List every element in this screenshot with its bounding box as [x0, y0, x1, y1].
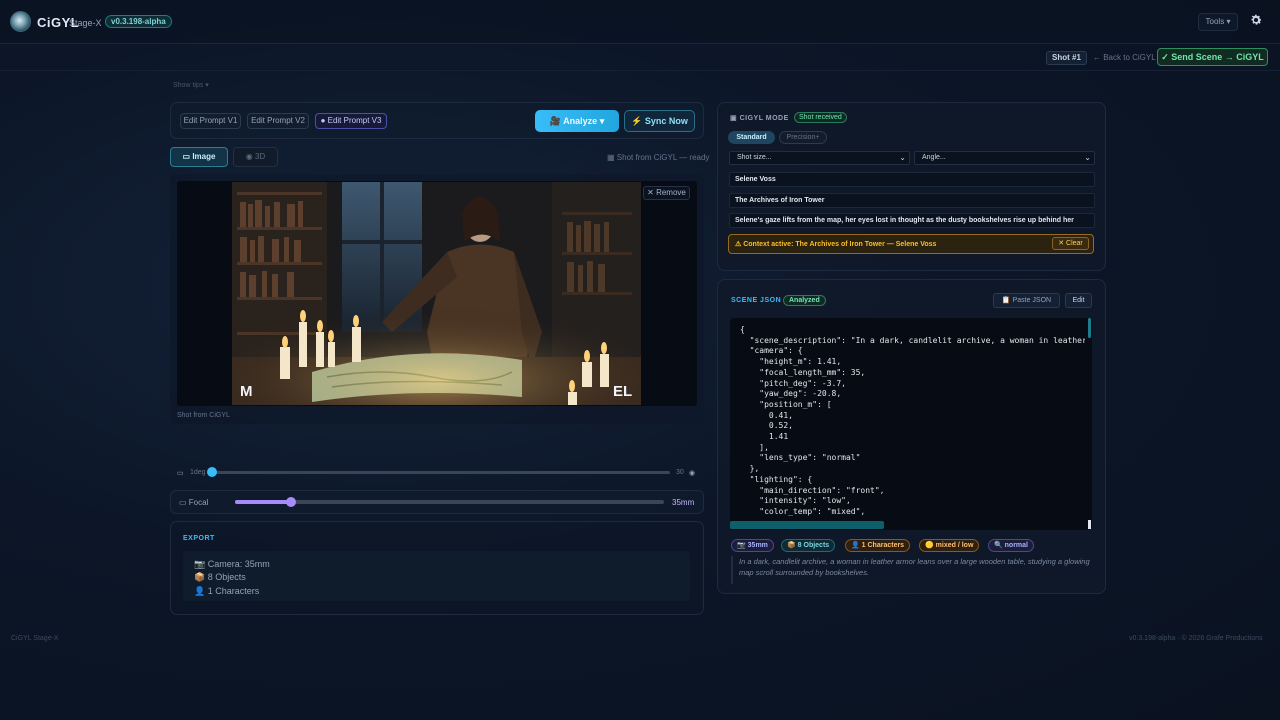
export-camera-text: Camera: 35mm: [207, 559, 270, 569]
image-label-right: EL: [613, 383, 633, 400]
text-cursor: [1088, 520, 1091, 529]
chevron-down-icon: ▾: [599, 116, 605, 126]
tab-3d[interactable]: ◉ 3D: [233, 147, 278, 167]
mode-title-text: CIGYL MODE: [739, 115, 789, 122]
bolt-icon: ⚡: [631, 116, 643, 126]
characters-chip: 👤 1 Characters: [845, 539, 911, 552]
focal-value: 35mm: [672, 498, 695, 507]
shot-description-field[interactable]: Selene's gaze lifts from the map, her ey…: [729, 213, 1095, 228]
angle-select[interactable]: Angle... ⌄: [914, 151, 1095, 165]
deg-slider-min: 1deg: [190, 469, 206, 476]
shot-size-value: Shot size...: [737, 154, 772, 161]
export-objects-text: 8 Objects: [207, 572, 246, 582]
tools-label: Tools: [1205, 17, 1225, 26]
analyzed-badge: Analyzed: [783, 295, 826, 306]
deg-slider-track[interactable]: [210, 471, 670, 474]
shot-size-select[interactable]: Shot size... ⌄: [729, 151, 910, 165]
edit-prompt-v1-button[interactable]: Edit Prompt V1: [180, 113, 241, 129]
angle-value: Angle...: [922, 154, 946, 161]
context-text: ⚠ Context active: The Archives of Iron T…: [735, 241, 937, 248]
footer-left: CiGYL Stage-X: [11, 635, 59, 642]
export-characters: 👤 1 Characters: [194, 586, 259, 597]
image-caption: Shot from CiGYL: [177, 412, 230, 419]
analyze-label: Analyze: [563, 116, 598, 126]
export-objects: 📦 8 Objects: [194, 572, 246, 583]
tab-3d-label: 3D: [254, 152, 266, 161]
export-title: EXPORT: [183, 535, 215, 542]
shot-badge: Shot #1: [1046, 51, 1087, 65]
lighting-chip: 🟡 mixed / low: [919, 539, 980, 552]
focal-label: ▭ Focal: [179, 498, 208, 507]
chevron-down-icon: ⌄: [899, 153, 906, 162]
scene-summary: In a dark, candlelit archive, a woman in…: [731, 556, 1091, 584]
edit-json-button[interactable]: Edit: [1065, 293, 1092, 308]
camera-icon: ▭: [177, 470, 184, 477]
focal-chip: 📷 35mm: [731, 539, 774, 552]
camera-icon: ▭: [179, 498, 187, 507]
image-label-left: M: [240, 383, 253, 400]
image-icon: ▦: [607, 153, 615, 162]
json-horizontal-scrollbar[interactable]: [730, 521, 884, 529]
shot-status-text: Shot from CiGYL — ready: [616, 153, 710, 162]
paste-json-button[interactable]: 📋 Paste JSON: [993, 293, 1060, 308]
box-icon: 📦: [194, 572, 206, 582]
show-tips-label: Show tips: [173, 82, 204, 89]
top-bar: [0, 0, 1280, 44]
character-name-field[interactable]: Selene Voss: [729, 172, 1095, 187]
mode-title: ▣ CIGYL MODE: [730, 114, 789, 122]
send-scene-button[interactable]: ✓ Send Scene → CiGYL: [1157, 48, 1268, 66]
analyze-icon: 🎥: [549, 116, 561, 126]
export-characters-text: 1 Characters: [207, 586, 260, 596]
gear-icon[interactable]: [1249, 13, 1263, 27]
version-badge: v0.3.198-alpha: [105, 15, 172, 28]
precision-mode-button[interactable]: Precision+: [779, 131, 827, 144]
chevron-down-icon: ⌄: [1084, 153, 1091, 162]
clipboard-icon: 📋: [1001, 297, 1011, 304]
back-link[interactable]: ← Back to CiGYL: [1093, 53, 1156, 62]
tab-image[interactable]: ▭ Image: [170, 147, 228, 167]
sync-now-button[interactable]: ⚡ Sync Now: [624, 110, 695, 132]
image-icon: ▭: [182, 152, 191, 161]
person-icon: 👤: [194, 586, 206, 596]
logo-icon: [10, 11, 31, 32]
export-camera: 📷 Camera: 35mm: [194, 559, 270, 570]
shot-status: ▦ Shot from CiGYL — ready: [607, 153, 709, 162]
focal-slider-fill: [235, 500, 291, 504]
camera-icon: ◉: [245, 152, 253, 161]
remove-image-button[interactable]: ✕ Remove: [643, 186, 690, 200]
scene-json-title: SCENE JSON: [731, 297, 782, 304]
analyze-button[interactable]: 🎥 Analyze ▾: [535, 110, 619, 132]
paste-json-label: Paste JSON: [1012, 297, 1052, 304]
scene-image: [232, 182, 641, 405]
video-camera-icon: ◉: [689, 470, 696, 477]
standard-mode-button[interactable]: Standard: [728, 131, 775, 144]
json-code[interactable]: { "scene_description": "In a dark, candl…: [740, 325, 1085, 521]
focal-label-text: Focal: [188, 498, 209, 507]
tools-menu-button[interactable]: Tools ▾: [1198, 13, 1238, 31]
focal-slider-track[interactable]: [235, 500, 664, 504]
film-icon: ▣: [730, 115, 738, 122]
sub-bar: [0, 45, 1280, 71]
app-stage: Stage-X: [69, 18, 102, 28]
clear-context-button[interactable]: ✕ Clear: [1052, 237, 1089, 250]
camera-icon: 📷: [194, 559, 206, 569]
mode-status-badge: Shot received: [794, 112, 847, 123]
objects-chip: 📦 8 Objects: [781, 539, 836, 552]
sync-label: Sync Now: [644, 116, 688, 126]
show-tips-toggle[interactable]: Show tips ▾: [173, 81, 209, 89]
json-scrollbar[interactable]: [1088, 318, 1091, 338]
deg-slider-thumb[interactable]: [207, 467, 217, 477]
tab-image-label: Image: [192, 152, 216, 161]
focal-slider-thumb[interactable]: [286, 497, 296, 507]
chevron-down-icon: ▾: [1226, 17, 1231, 26]
location-field[interactable]: The Archives of Iron Tower: [729, 193, 1095, 208]
edit-prompt-v2-button[interactable]: Edit Prompt V2: [247, 113, 309, 129]
footer-right: v0.3.198-alpha · © 2026 Grafe Production…: [1129, 635, 1263, 642]
edit-prompt-v3-button[interactable]: ● Edit Prompt V3: [315, 113, 387, 129]
lens-chip: 🔍 normal: [988, 539, 1034, 552]
deg-slider-max: 30: [676, 469, 684, 476]
